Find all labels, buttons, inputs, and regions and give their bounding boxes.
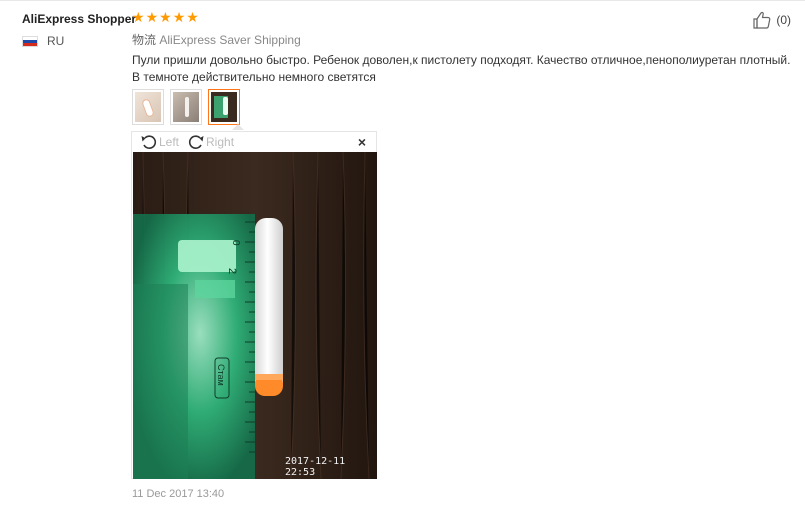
shipping-info: 物流 AliExpress Saver Shipping [132,31,301,48]
photo-image [173,92,199,122]
star-icon: ★ [159,9,172,25]
review-date: 11 Dec 2017 13:40 [132,488,225,500]
rotate-left-label: Left [159,135,180,149]
star-icon: ★ [172,9,186,25]
review-text: Пули пришли довольно быстро. Ребенок дов… [132,52,792,86]
star-icon: ★ [186,9,199,25]
rating-stars: ★ ★ ★ ★ ★ [132,10,199,24]
star-icon: ★ [132,9,145,25]
ruler-tick-label: 0 [230,240,241,246]
review-photo-thumbnails [132,89,240,125]
review-photo: 0 2 Стам 2017-12-11 22:53 [133,152,377,479]
buyer-name: AliExpress Shopper [22,12,137,26]
close-icon[interactable]: × [358,134,366,150]
helpful-button[interactable]: (0) [752,10,791,30]
country-code: RU [47,34,65,48]
rotate-right-label: Right [206,135,235,149]
photo-viewer: Left Right × 0 2 Стам 2017-12-11 22:53 [131,131,377,479]
buyer-country: RU [22,34,64,48]
ruler-tick-label: 2 [226,268,238,274]
rotate-right-button[interactable]: Right [187,133,234,151]
shipping-method: AliExpress Saver Shipping [159,33,301,47]
rotate-left-icon [141,135,157,149]
shipping-label: 物流 [132,33,157,47]
photo-thumbnail-3[interactable] [208,89,240,125]
top-divider [0,0,805,1]
rotate-left-button[interactable]: Left [140,133,179,151]
thumbs-up-icon[interactable] [752,10,772,30]
buyer-info: AliExpress Shopper [22,10,136,28]
helpful-count: (0) [776,13,791,27]
photo-thumbnail-2[interactable] [170,89,202,125]
review-line: Пули пришли довольно быстро. Ребенок дов… [132,53,791,67]
russia-flag-icon [22,35,38,47]
viewer-pointer [232,124,244,130]
photo-thumbnail-1[interactable] [132,89,164,125]
ruler-brand: Стам [216,364,226,386]
photo-timestamp: 2017-12-11 22:53 [285,456,346,478]
star-icon: ★ [145,9,159,25]
rotate-right-icon [188,135,204,149]
viewer-toolbar: Left Right × [132,132,376,152]
photo-image [211,92,237,122]
review-line: В темноте действительно немного светятся [132,70,376,84]
review-photo-image: 0 2 Стам [133,152,377,479]
photo-image [135,92,161,122]
